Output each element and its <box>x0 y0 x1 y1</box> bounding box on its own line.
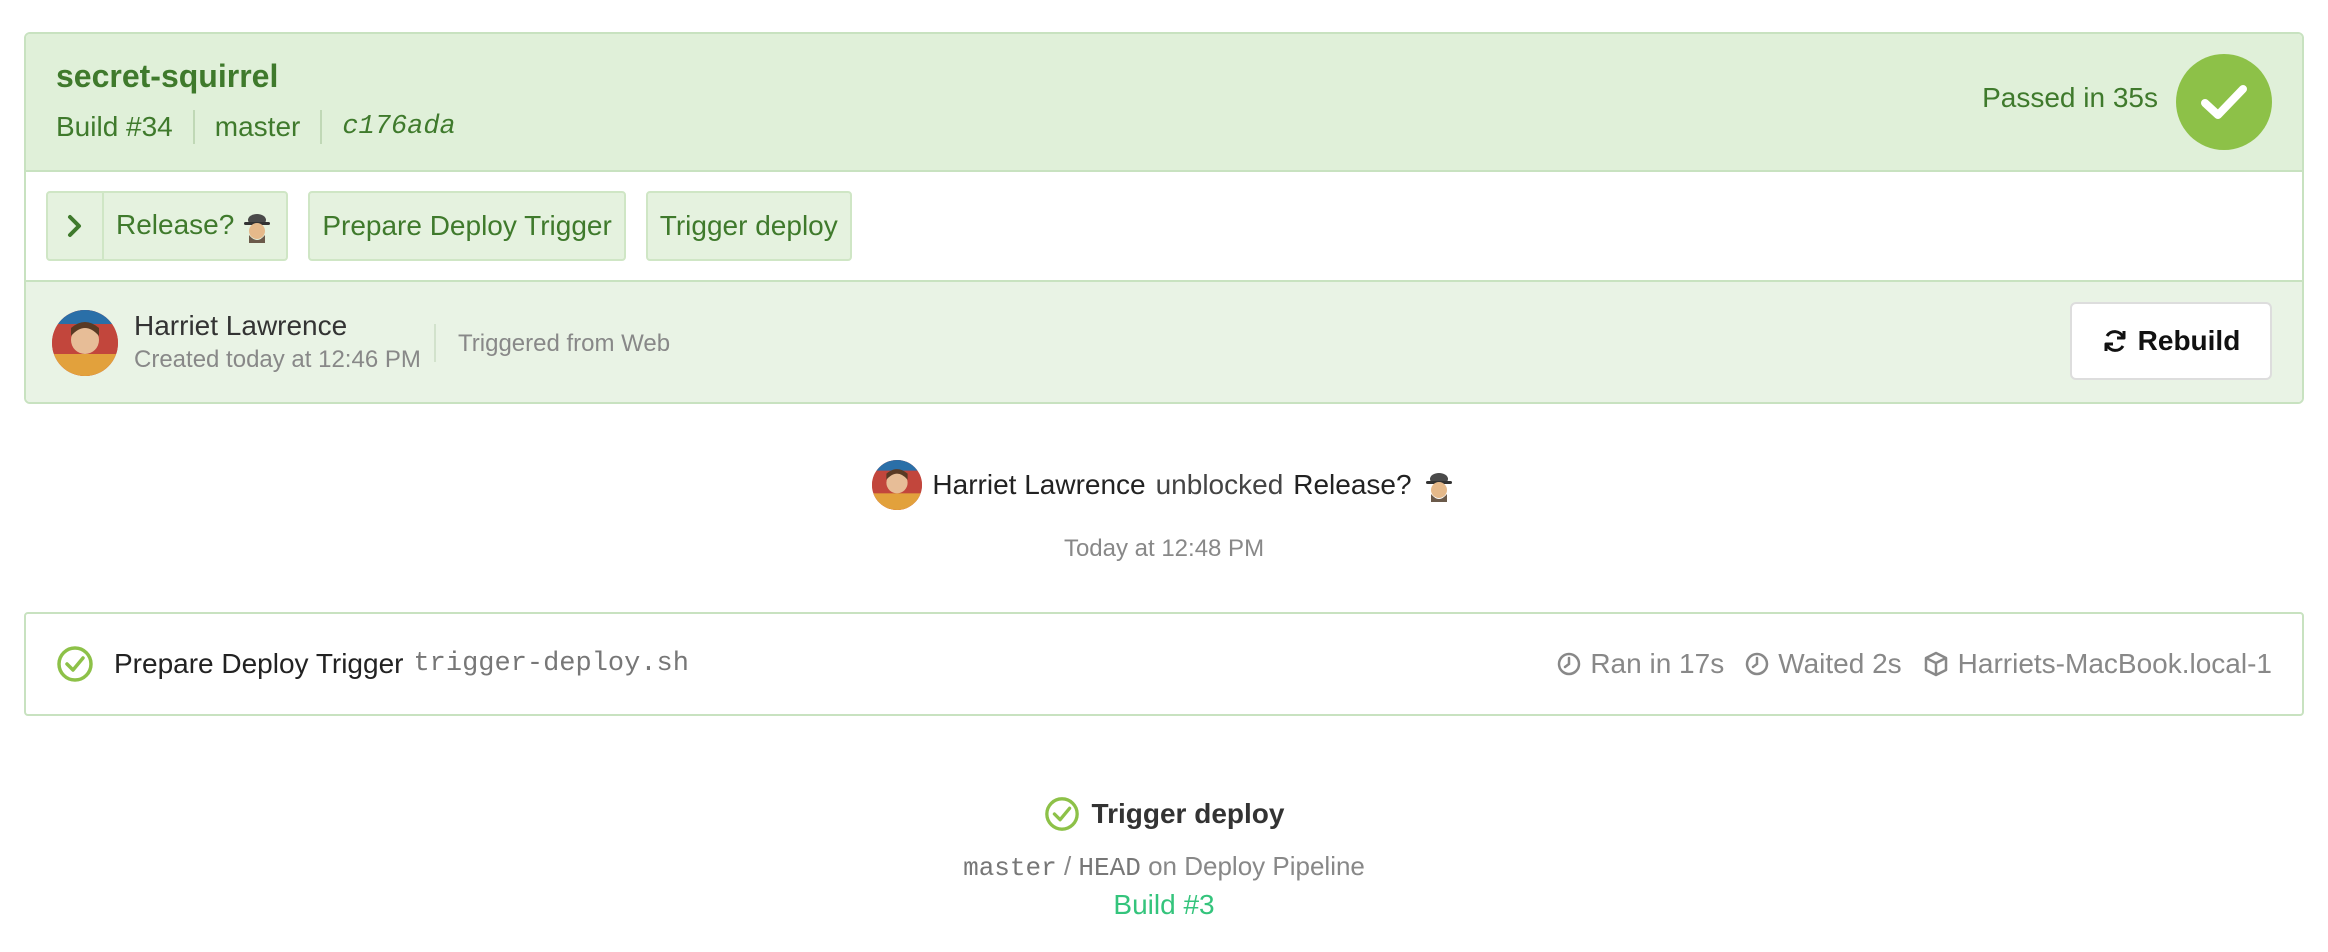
trigger-step: Trigger deploy master / HEAD on Deploy P… <box>0 796 2328 921</box>
project-name[interactable]: secret-squirrel <box>56 58 278 95</box>
commit-hash[interactable]: c176ada <box>342 112 455 142</box>
trigger-branch: master <box>963 853 1057 883</box>
clock-icon <box>1745 652 1769 676</box>
passed-check-icon <box>1044 797 1079 831</box>
trigger-commit: HEAD <box>1078 853 1141 883</box>
step-meta: Ran in 17s Waited 2s Harriets-MacBook.lo… <box>1556 614 2272 714</box>
trigger-title: Trigger deploy <box>1091 798 1285 829</box>
event-user: Harriet Lawrence <box>932 469 1146 500</box>
build-creator: Harriet Lawrence Created today at 12:46 … <box>26 282 2302 402</box>
pipeline-jobs: Release? Prepare Deploy Trigger Trigger … <box>26 172 2302 282</box>
divider <box>434 324 436 362</box>
step-row[interactable]: Prepare Deploy Trigger trigger-deploy.sh… <box>24 612 2304 716</box>
cube-icon <box>1924 651 1947 677</box>
detective-emoji-icon <box>244 214 271 244</box>
step-agent[interactable]: Harriets-MacBook.local-1 <box>1958 648 2272 680</box>
triggered-build-link[interactable]: Build #3 <box>0 889 2328 921</box>
clock-icon <box>1558 652 1581 676</box>
event-verb: unblocked <box>1155 469 1284 500</box>
build-number[interactable]: Build #34 <box>56 111 173 143</box>
job-label: Prepare Deploy Trigger <box>322 210 612 241</box>
unblock-event: Harriet Lawrence unblocked Release? Toda… <box>0 460 2328 563</box>
trigger-separator: / <box>1063 851 1072 881</box>
step-command: trigger-deploy.sh <box>413 649 689 679</box>
trigger-source: Triggered from Web <box>458 330 671 357</box>
passed-check-icon <box>57 646 93 682</box>
refresh-icon <box>2104 330 2126 352</box>
event-step: Release? <box>1293 469 1412 500</box>
build-card: secret-squirrel Build #34 master c176ada… <box>24 32 2304 404</box>
branch-name[interactable]: master <box>215 111 301 143</box>
avatar <box>872 460 923 510</box>
build-meta: Build #34 master c176ada <box>56 110 456 144</box>
event-timestamp: Today at 12:48 PM <box>1063 535 1265 562</box>
build-status-text: Passed in 35s <box>1982 82 2158 113</box>
step-wait-duration: Waited 2s <box>1778 648 1902 679</box>
avatar <box>52 310 118 376</box>
rebuild-label: Rebuild <box>2137 325 2241 356</box>
job-prepare-deploy-trigger[interactable]: Prepare Deploy Trigger <box>308 191 626 261</box>
divider <box>192 110 195 144</box>
job-release-block[interactable]: Release? <box>46 191 289 261</box>
detective-emoji-icon <box>1425 473 1452 502</box>
trigger-details: master / HEAD on Deploy Pipeline <box>0 851 2328 883</box>
chevron-right-icon[interactable] <box>48 193 104 259</box>
build-header: secret-squirrel Build #34 master c176ada… <box>26 34 2302 172</box>
step-name: Prepare Deploy Trigger <box>114 648 404 679</box>
passed-check-icon <box>2176 54 2272 150</box>
step-ran-duration: Ran in 17s <box>1590 648 1725 679</box>
job-trigger-deploy[interactable]: Trigger deploy <box>645 191 852 261</box>
rebuild-button[interactable]: Rebuild <box>2070 302 2272 380</box>
job-label: Release? <box>116 208 235 240</box>
trigger-pipeline: on Deploy Pipeline <box>1148 851 1365 881</box>
divider <box>320 110 323 144</box>
job-label: Trigger deploy <box>659 210 838 241</box>
created-timestamp: Created today at 12:46 PM <box>134 346 421 373</box>
creator-name: Harriet Lawrence <box>134 310 348 341</box>
